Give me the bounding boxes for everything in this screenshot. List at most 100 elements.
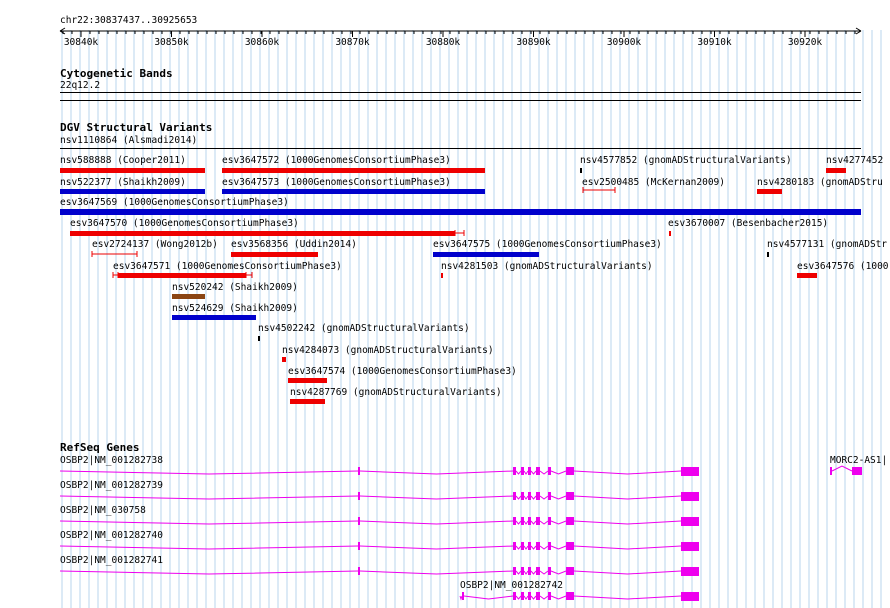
gene-exon xyxy=(566,592,574,600)
gene-intron xyxy=(515,545,522,550)
gene-exon xyxy=(548,592,551,600)
gene-exon xyxy=(830,467,832,475)
gene-exon xyxy=(513,542,516,550)
gene-intron xyxy=(523,495,529,500)
gene-exon xyxy=(566,492,574,500)
sv-bar xyxy=(282,357,286,362)
gene-intron xyxy=(539,545,549,550)
sv-bar xyxy=(78,231,455,236)
gene-intron xyxy=(523,570,529,575)
sv-bar xyxy=(826,168,846,173)
sv-bar xyxy=(172,294,205,299)
gene-exon xyxy=(528,492,531,500)
gene-intron xyxy=(515,570,522,575)
gene-intron xyxy=(59,520,359,525)
gene-exon xyxy=(358,567,360,575)
gene-intron xyxy=(550,570,567,575)
gene-utr xyxy=(681,492,699,501)
gene-intron xyxy=(831,465,853,472)
gene-exon xyxy=(513,492,516,500)
sv-bar xyxy=(222,189,485,194)
gene-intron xyxy=(530,520,537,525)
gene-exon xyxy=(521,542,524,550)
gene-intron xyxy=(59,570,359,575)
gene-intron xyxy=(359,470,514,475)
feature-glyphs[interactable] xyxy=(0,0,890,608)
sv-tick xyxy=(580,168,582,173)
gene-intron xyxy=(573,545,682,550)
gene-intron xyxy=(359,520,514,525)
gene-intron xyxy=(573,595,682,600)
gene-intron xyxy=(550,470,567,475)
sv-bar xyxy=(797,273,817,278)
gene-intron xyxy=(515,595,522,600)
gene-intron xyxy=(550,595,567,600)
sv-bar xyxy=(757,189,782,194)
gene-intron xyxy=(573,520,682,525)
gene-intron xyxy=(530,470,537,475)
gene-intron xyxy=(573,495,682,500)
sv-bar xyxy=(60,189,205,194)
gene-intron xyxy=(573,470,682,475)
gene-exon xyxy=(528,592,531,600)
gene-intron xyxy=(523,470,529,475)
gene-intron xyxy=(539,495,549,500)
sv-tick xyxy=(669,231,671,236)
gene-exon xyxy=(536,567,540,575)
sv-bar xyxy=(231,252,318,257)
gene-intron xyxy=(59,470,359,475)
gene-intron xyxy=(523,520,529,525)
gene-exon xyxy=(536,517,540,525)
gene-exon xyxy=(548,542,551,550)
gene-exon xyxy=(548,492,551,500)
gene-exon xyxy=(513,467,516,475)
gene-exon xyxy=(521,592,524,600)
gene-utr xyxy=(681,467,699,476)
sv-tick xyxy=(441,273,443,278)
gene-utr xyxy=(681,542,699,551)
gene-exon xyxy=(852,467,862,475)
gene-exon xyxy=(566,567,574,575)
gene-intron xyxy=(539,520,549,525)
sv-bar xyxy=(290,399,325,404)
sv-bar xyxy=(172,315,256,320)
gene-exon xyxy=(548,517,551,525)
sv-bar xyxy=(60,168,205,173)
gene-exon xyxy=(358,517,360,525)
gene-exon xyxy=(566,467,574,475)
gene-intron xyxy=(459,595,463,601)
gene-utr xyxy=(681,517,699,526)
sv-tick xyxy=(258,336,260,341)
gene-intron xyxy=(359,545,514,550)
gene-intron xyxy=(530,495,537,500)
gene-intron xyxy=(550,545,567,550)
gene-exon xyxy=(462,592,464,600)
gene-exon xyxy=(521,467,524,475)
gene-intron xyxy=(550,520,567,525)
gene-exon xyxy=(513,517,516,525)
gene-exon xyxy=(358,492,360,500)
sv-bar xyxy=(60,209,861,215)
gene-intron xyxy=(530,595,537,600)
gene-intron xyxy=(539,570,549,575)
gene-exon xyxy=(536,492,540,500)
gene-intron xyxy=(515,470,522,475)
gene-exon xyxy=(358,467,360,475)
sv-tick xyxy=(767,252,769,257)
sv-bar xyxy=(70,231,78,236)
gene-intron xyxy=(359,495,514,500)
gene-intron xyxy=(463,595,514,600)
gene-intron xyxy=(523,595,529,600)
sv-bar xyxy=(118,273,246,278)
gene-utr xyxy=(681,567,699,576)
gene-intron xyxy=(59,545,359,550)
sv-bar xyxy=(222,168,485,173)
gene-exon xyxy=(528,517,531,525)
gene-exon xyxy=(548,467,551,475)
gene-intron xyxy=(573,570,682,575)
gene-exon xyxy=(513,567,516,575)
gene-exon xyxy=(566,542,574,550)
gene-exon xyxy=(536,542,540,550)
gene-exon xyxy=(566,517,574,525)
sv-bar xyxy=(433,252,539,257)
